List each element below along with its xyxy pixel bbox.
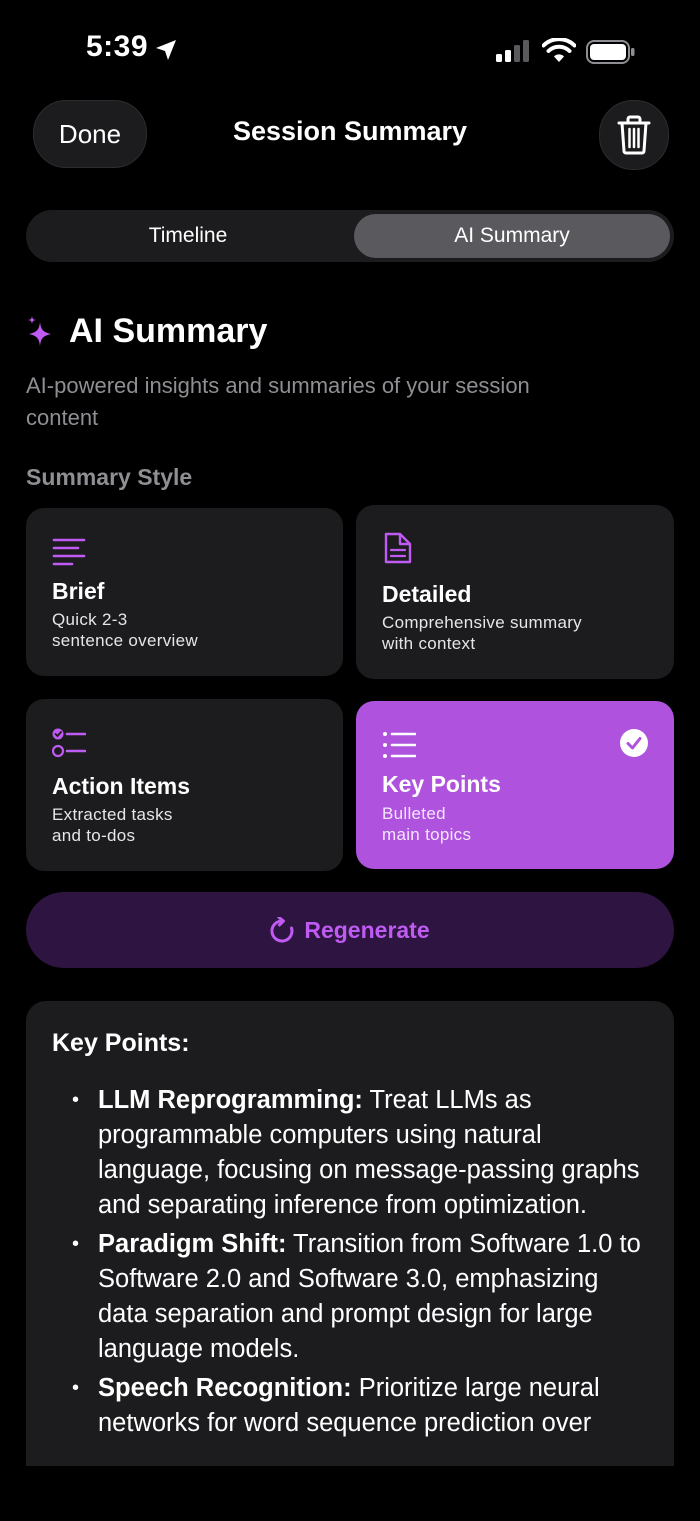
style-card-name: Action Items (52, 773, 191, 799)
style-card-name: Brief (52, 578, 105, 604)
tab-timeline[interactable]: Timeline (30, 214, 346, 258)
style-card-description: Bulleted main topics (382, 804, 472, 844)
summary-heading: Key Points: (52, 1029, 190, 1057)
point-title: Speech Recognition: (98, 1374, 352, 1402)
document-icon (384, 532, 412, 564)
point-title: LLM Reprogramming: (98, 1086, 363, 1114)
page-title: Session Summary (232, 116, 468, 146)
summary-style-label: Summary Style (26, 464, 193, 490)
key-points-list: LLM Reprogramming: Treat LLMs as program… (72, 1083, 642, 1445)
section-subtitle: AI-powered insights and summaries of you… (26, 373, 530, 430)
tab-ai-summary[interactable]: AI Summary (354, 214, 670, 258)
style-card-detailed[interactable]: Detailed Comprehensive summary with cont… (356, 505, 674, 679)
trash-icon (617, 115, 651, 155)
regenerate-label: Regenerate (304, 916, 430, 943)
style-card-name: Key Points (382, 771, 501, 797)
view-segmented-control: Timeline AI Summary (26, 210, 674, 262)
style-card-name: Detailed (382, 581, 472, 607)
bullet-list-icon (383, 732, 416, 758)
style-card-description: Comprehensive summary with context (382, 613, 582, 653)
wifi-icon (542, 38, 576, 62)
list-item: LLM Reprogramming: Treat LLMs as program… (72, 1083, 642, 1223)
lines-icon (52, 538, 86, 566)
checkmark-circle-icon (620, 729, 648, 757)
section-title: AI Summary (69, 312, 268, 350)
style-card-description: Quick 2-3 sentence overview (52, 610, 198, 650)
style-card-action-items[interactable]: Action Items Extracted tasks and to-dos (26, 699, 343, 871)
list-item: Speech Recognition: Prioritize large neu… (72, 1371, 642, 1441)
status-time: 5:39 (86, 30, 149, 63)
style-card-description: Extracted tasks and to-dos (52, 805, 173, 845)
location-arrow-icon (156, 40, 176, 60)
list-item: Paradigm Shift: Transition from Software… (72, 1227, 642, 1367)
checklist-icon (52, 728, 86, 758)
sparkle-icon (28, 316, 51, 346)
battery-icon (586, 40, 635, 64)
point-title: Paradigm Shift: (98, 1230, 287, 1258)
style-card-brief[interactable]: Brief Quick 2-3 sentence overview (26, 508, 343, 676)
regenerate-button[interactable]: Regenerate (26, 892, 674, 968)
refresh-icon (270, 917, 294, 943)
summary-content: Key Points: LLM Reprogramming: Treat LLM… (26, 1001, 674, 1466)
cellular-signal-icon (496, 40, 529, 62)
style-card-key-points[interactable]: Key Points Bulleted main topics (356, 701, 674, 869)
delete-button[interactable] (599, 100, 669, 170)
